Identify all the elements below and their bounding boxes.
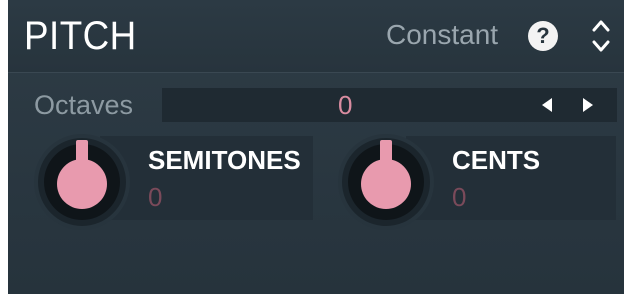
cents-value[interactable]: 0	[452, 182, 466, 212]
panel-header: PITCH Constant ?	[8, 0, 624, 73]
arrow-left-icon[interactable]	[539, 97, 555, 113]
help-icon[interactable]: ?	[528, 21, 558, 51]
up-down-chevron-icon[interactable]	[590, 16, 612, 56]
pitch-panel: PITCH Constant ? Octaves 0 SEMITONES 0 C…	[8, 0, 624, 294]
semitones-label: SEMITONES	[148, 145, 301, 175]
semitones-knob[interactable]	[32, 132, 132, 232]
semitones-value[interactable]: 0	[148, 182, 162, 212]
octaves-selector[interactable]: 0	[162, 88, 617, 122]
arrow-right-icon[interactable]	[580, 97, 596, 113]
cents-box: CENTS 0	[406, 136, 616, 220]
mode-selector[interactable]: Constant	[386, 18, 498, 52]
knob-icon	[338, 134, 434, 230]
cents-knob[interactable]	[336, 132, 436, 232]
octaves-value: 0	[338, 90, 353, 120]
octaves-label: Octaves	[34, 90, 134, 120]
cents-label: CENTS	[452, 145, 541, 175]
panel-title: PITCH	[24, 14, 137, 58]
knob-icon	[34, 134, 130, 230]
